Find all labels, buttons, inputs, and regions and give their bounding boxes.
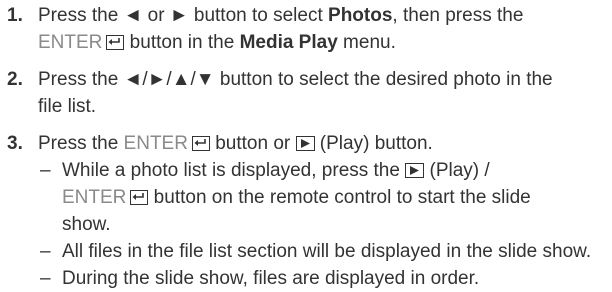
note-text-segment: (Play) / bbox=[424, 160, 490, 181]
note-text: During the slide show, files are display… bbox=[62, 268, 480, 289]
list-dash: – bbox=[40, 160, 51, 181]
enter-key-icon bbox=[130, 190, 149, 205]
enter-button-label: ENTER bbox=[38, 32, 103, 53]
step-text-segment: button or bbox=[209, 133, 296, 154]
menu-item-photos: Photos bbox=[328, 5, 393, 26]
note-text: All files in the file list section will … bbox=[62, 241, 592, 262]
step-text-segment: Press the ◄/►/▲/▼ button to select the d… bbox=[38, 69, 553, 90]
note-text-segment: show. bbox=[62, 214, 111, 235]
sub-notes-list: – While a photo list is displayed, press… bbox=[38, 157, 612, 292]
step-text-segment: , then press the bbox=[392, 5, 524, 26]
step-text: Press the ENTER button or (Play) button. bbox=[38, 130, 612, 157]
step-3: 3. Press the ENTER button or (Play) butt… bbox=[0, 130, 612, 292]
note-text-segment: While a photo list is displayed, press t… bbox=[62, 160, 406, 181]
note-text-segment: button on the remote control to start th… bbox=[148, 187, 531, 208]
step-text: Press the ◄ or ► button to select Photos… bbox=[38, 2, 612, 56]
menu-name-media-play: Media Play bbox=[239, 32, 338, 53]
instructions-page: 1. Press the ◄ or ► button to select Pho… bbox=[0, 0, 612, 289]
enter-key-icon bbox=[191, 136, 210, 151]
list-item: – All files in the file list section wil… bbox=[38, 238, 612, 265]
play-button-icon bbox=[295, 136, 315, 151]
step-text-segment: Press the bbox=[38, 133, 124, 154]
step-1: 1. Press the ◄ or ► button to select Pho… bbox=[0, 2, 612, 56]
enter-key-icon bbox=[106, 35, 125, 50]
step-text: Press the ◄/►/▲/▼ button to select the d… bbox=[38, 66, 612, 120]
play-button-icon bbox=[405, 163, 425, 178]
step-text-segment: file list. bbox=[38, 96, 97, 117]
step-text-segment: Press the ◄ or ► button to select bbox=[38, 5, 329, 26]
step-text-segment: button in the bbox=[124, 32, 240, 53]
step-number: 1. bbox=[7, 5, 23, 26]
list-item: – While a photo list is displayed, press… bbox=[38, 157, 612, 238]
enter-button-label: ENTER bbox=[123, 133, 188, 154]
step-number: 3. bbox=[7, 133, 23, 154]
step-text-segment: menu. bbox=[337, 32, 396, 53]
list-dash: – bbox=[40, 241, 51, 262]
enter-button-label: ENTER bbox=[62, 187, 127, 208]
step-2: 2. Press the ◄/►/▲/▼ button to select th… bbox=[0, 66, 612, 120]
step-number: 2. bbox=[7, 69, 23, 90]
step-text-segment: (Play) button. bbox=[314, 133, 433, 154]
